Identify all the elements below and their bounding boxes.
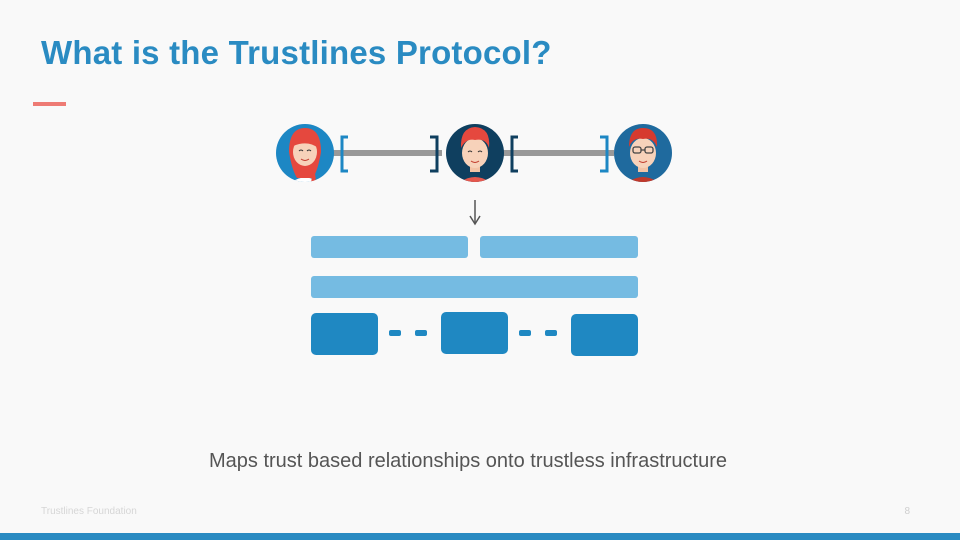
light-block-right bbox=[480, 236, 638, 258]
chain-block bbox=[571, 314, 638, 356]
slide: What is the Trustlines Protocol? Maps tr… bbox=[0, 0, 960, 540]
trustline-bar bbox=[332, 150, 442, 156]
chain-block bbox=[311, 313, 378, 355]
woman-avatar-icon bbox=[276, 124, 334, 182]
chain-link-dash bbox=[519, 330, 531, 336]
page-number: 8 bbox=[904, 506, 910, 517]
down-arrow-icon bbox=[469, 200, 481, 226]
slide-caption: Maps trust based relationships onto trus… bbox=[208, 450, 728, 472]
chain-link-dash bbox=[389, 330, 401, 336]
light-block-wide bbox=[311, 276, 638, 298]
light-block-left bbox=[311, 236, 468, 258]
chain-link-dash bbox=[415, 330, 427, 336]
man-avatar-icon bbox=[446, 124, 504, 182]
chain-link-dash bbox=[545, 330, 557, 336]
trustline-bar bbox=[502, 150, 614, 156]
chain-block bbox=[441, 312, 508, 354]
trustline-right bbox=[502, 135, 614, 173]
trustline-left bbox=[332, 135, 442, 173]
footer-label: Trustlines Foundation bbox=[41, 506, 137, 517]
bottom-bar bbox=[0, 533, 960, 540]
man-glasses-avatar-icon bbox=[614, 124, 672, 182]
infrastructure-layer bbox=[311, 236, 638, 356]
